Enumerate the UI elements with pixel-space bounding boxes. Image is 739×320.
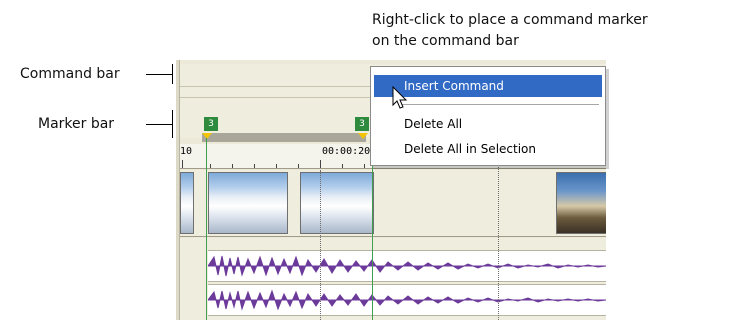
audio-waveform-right: [208, 289, 606, 311]
marker-region[interactable]: [202, 133, 366, 142]
audio-waveform-left: [208, 255, 606, 277]
selection-start-line[interactable]: [206, 138, 207, 320]
command-bar-callout-label: Command bar: [20, 66, 120, 82]
command-bar-callout-line: [146, 74, 172, 75]
marker-triangle-right: [358, 133, 368, 139]
grid-guide-line: [498, 144, 499, 320]
menu-item-delete-all-in-selection[interactable]: Delete All in Selection: [374, 138, 602, 160]
marker-flag-right[interactable]: 3: [355, 117, 369, 131]
ruler-label-20s: 00:00:20: [322, 146, 371, 157]
video-thumbnail: [180, 172, 194, 234]
video-thumbnail: [556, 172, 606, 234]
marker-flag-left[interactable]: 3: [204, 117, 218, 131]
instruction-caption: Right-click to place a command marker on…: [372, 10, 732, 52]
audio-channel-left: [208, 250, 606, 282]
audio-channel-right: [208, 284, 606, 316]
ruler-tick: [364, 164, 365, 168]
marker-triangle-left: [202, 133, 212, 139]
menu-item-delete-all[interactable]: Delete All: [374, 113, 602, 135]
ruler-tick: [342, 164, 343, 168]
ruler-label-start: 10: [180, 146, 193, 157]
menu-item-insert-command[interactable]: Insert Command: [374, 75, 602, 97]
menu-separator: [401, 104, 599, 105]
ruler-tick: [320, 160, 321, 168]
marker-bar-callout-line: [146, 124, 172, 125]
ruler-tick: [254, 164, 255, 168]
video-thumbnail: [208, 172, 288, 234]
marker-bar-callout-label: Marker bar: [38, 116, 115, 132]
instruction-caption-line1: Right-click to place a command marker: [372, 12, 648, 28]
ruler-tick: [210, 164, 211, 168]
instruction-caption-line2: on the command bar: [372, 33, 519, 49]
audio-track[interactable]: [180, 238, 606, 320]
grid-guide-line: [320, 170, 321, 320]
ruler-tick: [298, 164, 299, 168]
ruler-tick: [182, 160, 183, 168]
arrow-cursor-icon: [392, 86, 408, 109]
marker-bar-callout-tick: [172, 110, 173, 138]
video-thumbnail: [300, 172, 374, 234]
video-track[interactable]: [180, 170, 606, 237]
context-menu: Insert Command Delete All Delete All in …: [370, 66, 606, 166]
ruler-tick: [232, 164, 233, 168]
ruler-tick: [276, 164, 277, 168]
command-bar-callout-tick: [172, 64, 173, 84]
